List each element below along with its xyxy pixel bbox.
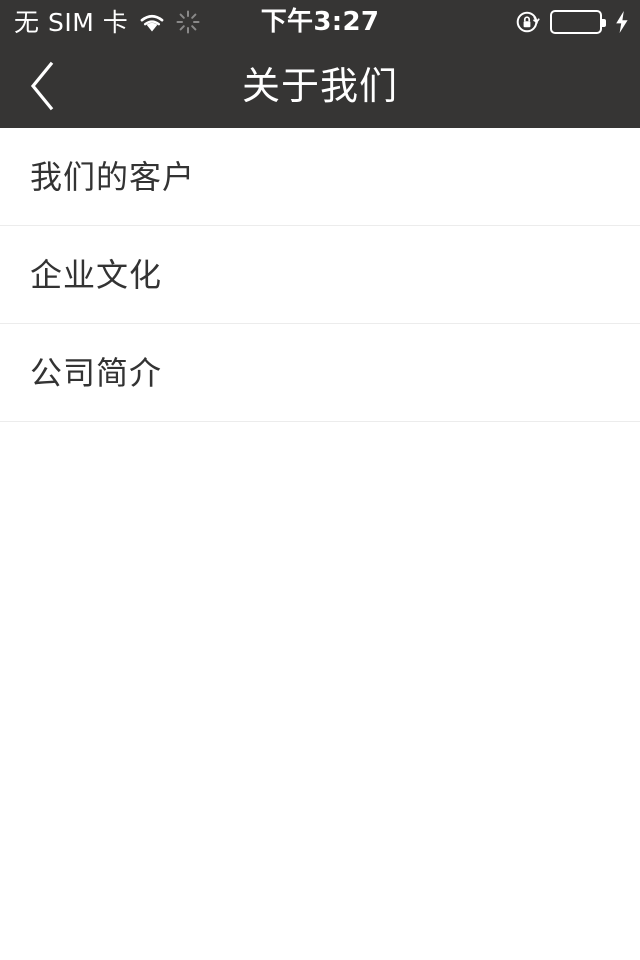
battery-icon: [550, 10, 606, 34]
about-us-screen: 无 SIM 卡 下午3:27 关于我们 我们的客户 企业文化 公司简介: [0, 0, 640, 960]
spinner-icon: [176, 10, 200, 34]
lightning-bolt-icon: [611, 10, 630, 34]
about-us-menu-list: 我们的客户 企业文化 公司简介: [0, 128, 640, 422]
wifi-icon: [138, 11, 166, 33]
carrier-label: 无 SIM 卡: [14, 7, 129, 37]
list-item-our-clients[interactable]: 我们的客户: [0, 128, 640, 226]
status-bar-left-group: 无 SIM 卡: [0, 0, 200, 44]
empty-content-area: [0, 422, 640, 960]
rotation-lock-icon: [515, 9, 541, 35]
status-bar: 无 SIM 卡 下午3:27: [0, 0, 640, 44]
chevron-left-icon: [26, 60, 60, 112]
status-bar-right-group: [515, 0, 630, 44]
list-item-label: 企业文化: [30, 256, 163, 294]
clock-label: 下午3:27: [260, 7, 380, 37]
page-title: 关于我们: [241, 64, 398, 108]
list-item-label: 公司简介: [30, 354, 163, 392]
list-item-company-profile[interactable]: 公司简介: [0, 324, 640, 422]
navigation-bar: 关于我们: [0, 44, 640, 128]
list-item-label: 我们的客户: [30, 158, 196, 196]
list-item-corporate-culture[interactable]: 企业文化: [0, 226, 640, 324]
back-button[interactable]: [0, 44, 86, 128]
